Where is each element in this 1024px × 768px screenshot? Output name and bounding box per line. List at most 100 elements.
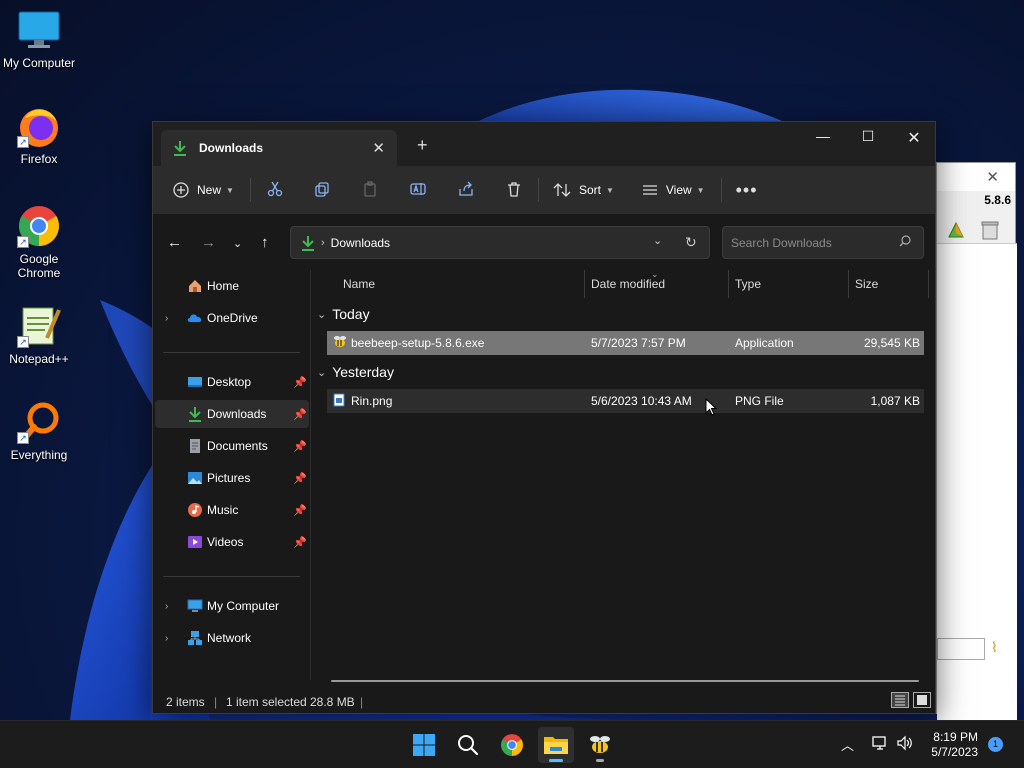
close-window-icon[interactable]: ✕ xyxy=(899,128,929,148)
nav-item-network[interactable]: › Network xyxy=(155,624,309,652)
close-icon[interactable]: ✕ xyxy=(986,168,999,186)
taskbar-search-button[interactable] xyxy=(450,727,486,763)
background-window-content xyxy=(937,243,1017,768)
paste-icon[interactable] xyxy=(362,180,378,200)
column-header-date-modified[interactable]: Date modified ⌄ xyxy=(591,269,665,298)
share-icon[interactable] xyxy=(458,181,474,200)
broom-icon[interactable]: ⌇ xyxy=(991,639,998,656)
firefox-icon: ↗ xyxy=(17,104,61,148)
nav-item-onedrive[interactable]: › OneDrive xyxy=(155,304,309,332)
column-divider[interactable] xyxy=(848,270,849,298)
search-icon[interactable] xyxy=(899,235,911,247)
network-status-icon[interactable] xyxy=(871,735,889,751)
background-window-input[interactable] xyxy=(937,638,985,660)
desktop-icon-everything[interactable]: ↗ Everything xyxy=(0,400,78,462)
minimize-icon[interactable]: — xyxy=(808,128,838,144)
file-date: 5/6/2023 10:43 AM xyxy=(591,394,692,408)
pin-icon[interactable]: 📌 xyxy=(293,504,307,517)
collapse-chevron-icon[interactable]: ⌄ xyxy=(317,308,326,321)
desktop-icon-notepad-plus-plus[interactable]: ↗ Notepad++ xyxy=(0,304,78,366)
sort-chevron-icon: ⌄ xyxy=(651,269,659,279)
nav-item-label: Pictures xyxy=(207,471,251,485)
system-clock[interactable]: 8:19 PM 5/7/2023 xyxy=(922,730,978,760)
taskbar-chrome[interactable] xyxy=(494,727,530,763)
nav-item-label: Documents xyxy=(207,439,268,453)
recent-locations-chevron-icon[interactable]: ⌄ xyxy=(233,237,242,250)
nav-item-my-computer[interactable]: › My Computer xyxy=(155,592,309,620)
collapse-chevron-icon[interactable]: ⌄ xyxy=(317,366,326,379)
desktop-icon-label: Firefox xyxy=(20,152,58,166)
back-arrow-icon[interactable]: ← xyxy=(167,234,182,251)
show-hidden-icons-chevron-icon[interactable]: ︿ xyxy=(841,735,854,754)
delete-icon[interactable] xyxy=(506,181,522,200)
pin-icon[interactable]: 📌 xyxy=(293,376,307,389)
more-options-icon[interactable]: ••• xyxy=(736,180,758,201)
expand-chevron-icon[interactable]: › xyxy=(165,633,168,644)
nav-item-videos[interactable]: Videos 📌 xyxy=(155,528,309,556)
details-view-icon[interactable] xyxy=(891,692,909,708)
file-explorer-window[interactable]: Downloads ✕ + — ☐ ✕ New ▼ Sort ▼ View ▼ … xyxy=(152,121,936,714)
pin-icon[interactable]: 📌 xyxy=(293,440,307,453)
new-button[interactable]: New ▼ xyxy=(173,182,234,198)
file-row[interactable]: beebeep-setup-5.8.6.exe 5/7/2023 7:57 PM… xyxy=(327,331,924,355)
file-row[interactable]: Rin.png 5/6/2023 10:43 AM PNG File 1,087… xyxy=(327,389,924,413)
search-input[interactable] xyxy=(731,234,891,252)
refresh-icon[interactable]: ↻ xyxy=(685,234,697,251)
address-bar[interactable]: › Downloads ⌄ ↻ xyxy=(290,226,710,259)
nav-item-desktop[interactable]: Desktop 📌 xyxy=(155,368,309,396)
group-header-yesterday[interactable]: ⌄ Yesterday xyxy=(317,360,394,384)
pin-icon[interactable]: 📌 xyxy=(293,408,307,421)
forward-arrow-icon[interactable]: → xyxy=(201,234,216,251)
column-header-type[interactable]: Type xyxy=(735,270,761,298)
background-installer-window[interactable]: ✕ 5.8.6 ⌇ xyxy=(936,162,1017,768)
download-arrow-icon xyxy=(301,235,315,251)
shortcut-arrow-icon: ↗ xyxy=(17,136,29,148)
address-dropdown-chevron-icon[interactable]: ⌄ xyxy=(653,234,662,247)
view-button[interactable]: View ▼ xyxy=(642,183,705,197)
nav-divider xyxy=(163,352,300,353)
toolbar-divider xyxy=(720,178,722,202)
copy-icon[interactable] xyxy=(314,181,330,200)
taskbar-beebeep[interactable] xyxy=(582,727,618,763)
nav-item-home[interactable]: Home xyxy=(155,272,309,300)
desktop-icon-chrome[interactable]: ↗ Google Chrome xyxy=(0,204,78,280)
desktop-icon-my-computer[interactable]: My Computer xyxy=(0,8,78,70)
nav-item-pictures[interactable]: Pictures 📌 xyxy=(155,464,309,492)
column-header-size[interactable]: Size xyxy=(855,270,878,298)
volume-icon[interactable] xyxy=(896,735,914,751)
tab-title: Downloads xyxy=(199,141,264,155)
selection-count: 1 item selected xyxy=(226,695,307,709)
nav-item-documents[interactable]: Documents 📌 xyxy=(155,432,309,460)
horizontal-scrollbar[interactable] xyxy=(331,680,919,682)
running-indicator xyxy=(596,759,604,762)
large-icons-view-icon[interactable] xyxy=(913,692,931,708)
start-button[interactable] xyxy=(406,727,442,763)
rename-icon[interactable] xyxy=(410,181,426,200)
column-divider[interactable] xyxy=(928,270,929,298)
desktop-icon-firefox[interactable]: ↗ Firefox xyxy=(0,104,78,166)
close-tab-icon[interactable]: ✕ xyxy=(372,139,385,157)
expand-chevron-icon[interactable]: › xyxy=(165,601,168,612)
sort-button[interactable]: Sort ▼ xyxy=(553,182,614,198)
search-box[interactable] xyxy=(722,226,924,259)
new-tab-icon[interactable]: + xyxy=(417,135,428,156)
group-header-today[interactable]: ⌄ Today xyxy=(317,302,370,326)
breadcrumb-separator-icon: › xyxy=(321,236,325,249)
shortcut-arrow-icon: ↗ xyxy=(17,236,29,248)
column-divider[interactable] xyxy=(728,270,729,298)
expand-chevron-icon[interactable]: › xyxy=(165,313,168,324)
column-divider[interactable] xyxy=(584,270,585,298)
nav-item-downloads[interactable]: Downloads 📌 xyxy=(155,400,309,428)
taskbar-file-explorer[interactable] xyxy=(538,727,574,763)
pin-icon[interactable]: 📌 xyxy=(293,472,307,485)
breadcrumb-downloads[interactable]: Downloads xyxy=(331,236,390,250)
maximize-icon[interactable]: ☐ xyxy=(853,128,883,145)
nav-item-music[interactable]: Music 📌 xyxy=(155,496,309,524)
notification-badge[interactable]: 1 xyxy=(988,737,1003,752)
tab-downloads[interactable]: Downloads ✕ xyxy=(161,130,397,166)
cut-icon[interactable] xyxy=(267,181,283,200)
version-label: 5.8.6 xyxy=(984,193,1011,207)
up-arrow-icon[interactable]: ↑ xyxy=(261,234,269,251)
column-header-name[interactable]: Name xyxy=(343,270,375,298)
pin-icon[interactable]: 📌 xyxy=(293,536,307,549)
